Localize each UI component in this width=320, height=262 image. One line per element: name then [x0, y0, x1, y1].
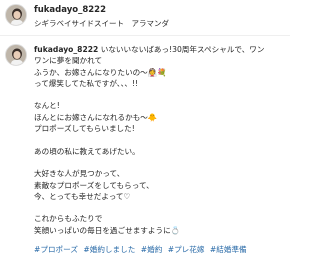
- caption-line: 今、とっても幸せだよって♡: [34, 191, 131, 201]
- hashtag-link[interactable]: #婚約: [141, 245, 163, 254]
- caption-line: これからもふたりで: [34, 214, 103, 224]
- caption-line: プロポーズしてもらいました!: [34, 124, 135, 134]
- hashtag-row: #プロポーズ #婚約しました #婚約 #プレ花嫁 #結婚準備: [34, 244, 250, 255]
- caption-line: 大好きな人が見つかって、: [34, 169, 125, 179]
- caption-line: ワンに夢を聞かれて: [34, 56, 103, 66]
- caption-line: [34, 89, 284, 100]
- avatar[interactable]: [5, 44, 27, 66]
- caption-line: fukadayo_8222 いないいないばあっ!30周年スペシャルで、ワン: [34, 44, 284, 55]
- caption-line: [34, 134, 284, 145]
- username[interactable]: fukadayo_8222: [34, 5, 106, 15]
- caption-line: なんと!: [34, 101, 60, 111]
- caption-line: 笑顔いっぱいの毎日を過ごせますように💍: [34, 225, 181, 235]
- caption-line: ほんとにお嫁さんになれるかも〜🐥: [34, 112, 158, 122]
- caption-line: って爆笑してた私ですが、、、!!: [34, 78, 139, 88]
- location[interactable]: シギラベイサイドスイート アラマンダ: [34, 18, 169, 29]
- caption-line-text: いないいないばあっ!30周年スペシャルで、ワン: [100, 45, 265, 54]
- caption-line: ふうか、お嫁さんになりたいの〜👰💐: [34, 67, 167, 77]
- caption-line: [34, 202, 284, 213]
- post-header: fukadayo_8222 シギラベイサイドスイート アラマンダ: [0, 0, 290, 36]
- hashtag-link[interactable]: #婚約しました: [83, 245, 135, 254]
- hashtag-link[interactable]: #結婚準備: [210, 245, 247, 254]
- caption-line: 素敵なプロポーズをしてもらって、: [34, 180, 154, 190]
- hashtag-link[interactable]: #プロポーズ: [34, 245, 78, 254]
- caption-line: あの頃の私に教えてあげたい。: [34, 146, 140, 156]
- caption-line: [34, 157, 284, 168]
- caption-text: fukadayo_8222 いないいないばあっ!30周年スペシャルで、ワン ワン…: [34, 44, 284, 236]
- avatar[interactable]: [5, 4, 27, 26]
- caption-username[interactable]: fukadayo_8222: [34, 45, 98, 54]
- hashtag-link[interactable]: #プレ花嫁: [168, 245, 205, 254]
- divider: [0, 35, 290, 36]
